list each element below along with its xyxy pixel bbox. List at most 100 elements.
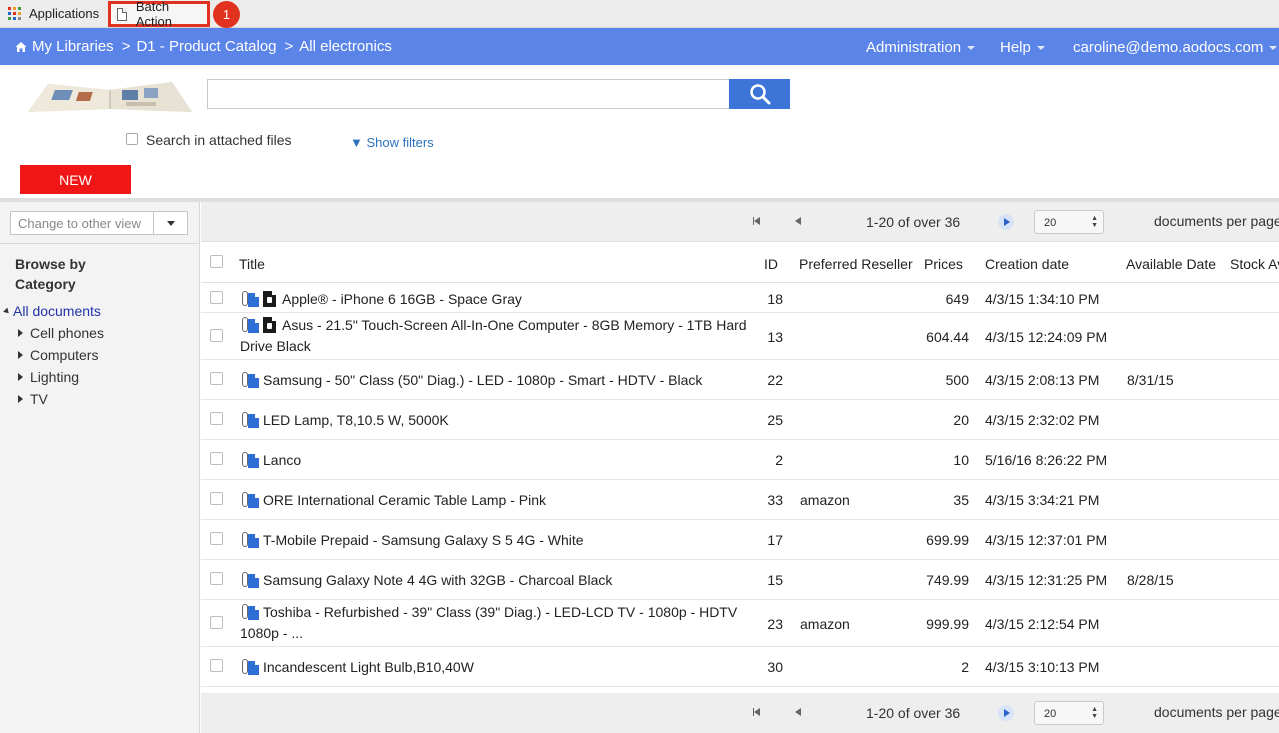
search-attached-files-checkbox[interactable] (126, 133, 138, 145)
row-title[interactable]: LED Lamp, T8,10.5 W, 5000K (263, 412, 449, 428)
table-row[interactable]: Apple® - iPhone 6 16GB - Space Gray 18 649… (201, 284, 1279, 313)
expand-icon[interactable] (18, 329, 23, 337)
row-checkbox[interactable] (210, 492, 223, 505)
row-title-cell[interactable]: T-Mobile Prepaid - Samsung Galaxy S 5 4G… (240, 530, 752, 551)
row-checkbox[interactable] (210, 572, 223, 585)
search-attached-files-label: Search in attached files (146, 132, 292, 148)
next-page-icon[interactable] (998, 705, 1014, 721)
column-title[interactable]: Title (239, 256, 265, 272)
administration-menu[interactable]: Administration (866, 39, 976, 56)
table-row[interactable]: Incandescent Light Bulb,B10,40W 30 2 4/3/15… (201, 647, 1279, 687)
table-row[interactable]: ORE International Ceramic Table Lamp - P… (201, 480, 1279, 520)
expand-icon[interactable] (18, 395, 23, 403)
table-row[interactable]: Lanco 2 10 5/16/16 8:26:22 PM (201, 440, 1279, 480)
next-page-icon[interactable] (998, 214, 1014, 230)
row-checkbox[interactable] (210, 291, 223, 304)
tree-item-lighting[interactable]: Lighting (4, 366, 104, 388)
column-prices[interactable]: Prices (924, 256, 963, 272)
row-title[interactable]: Asus - 21.5" Touch-Screen All-In-One Com… (240, 317, 747, 354)
expanded-icon[interactable] (3, 307, 11, 315)
row-title[interactable]: Apple® - iPhone 6 16GB - Space Gray (282, 291, 522, 307)
row-title-cell[interactable]: ORE International Ceramic Table Lamp - P… (240, 490, 752, 511)
row-checkbox[interactable] (210, 329, 223, 342)
breadcrumb-all-electronics[interactable]: All electronics (299, 38, 392, 55)
column-preferred-reseller[interactable]: Preferred Reseller (799, 256, 913, 272)
table-row[interactable]: Toshiba - Refurbished - 39" Class (39" D… (201, 600, 1279, 647)
row-title[interactable]: Samsung - 50" Class (50" Diag.) - LED - … (263, 372, 702, 388)
previous-page-icon[interactable] (795, 708, 801, 716)
breadcrumb-my-libraries[interactable]: My Libraries (32, 38, 114, 55)
row-title-cell[interactable]: Apple® - iPhone 6 16GB - Space Gray (240, 289, 752, 310)
locked-document-icon (263, 291, 276, 307)
row-creation-date: 4/3/15 2:08:13 PM (985, 372, 1100, 388)
attachment-file-icon (240, 604, 260, 620)
tree-item-cell-phones[interactable]: Cell phones (4, 322, 104, 344)
batch-action-tab[interactable]: Batch Action (108, 0, 210, 29)
select-all-checkbox[interactable] (210, 255, 223, 268)
new-document-button[interactable]: NEW (20, 165, 131, 194)
row-checkbox[interactable] (210, 452, 223, 465)
row-title[interactable]: Toshiba - Refurbished - 39" Class (39" D… (240, 604, 737, 641)
page-size-select[interactable]: 20 ▲ ▼ (1034, 701, 1104, 725)
row-reseller: amazon (800, 492, 850, 508)
help-menu[interactable]: Help (1000, 39, 1045, 56)
row-title[interactable]: T-Mobile Prepaid - Samsung Galaxy S 5 4G… (263, 532, 584, 548)
table-row[interactable]: Asus - 21.5" Touch-Screen All-In-One Com… (201, 313, 1279, 360)
breadcrumb-product-catalog[interactable]: D1 - Product Catalog (136, 38, 276, 55)
tree-item-all-documents[interactable]: All documents (3, 300, 104, 322)
table-row[interactable]: T-Mobile Prepaid - Samsung Galaxy S 5 4G… (201, 520, 1279, 560)
row-title[interactable]: Incandescent Light Bulb,B10,40W (263, 659, 474, 675)
tree-item-computers[interactable]: Computers (4, 344, 104, 366)
user-menu[interactable]: caroline@demo.aodocs.com (1073, 39, 1278, 56)
first-page-icon[interactable] (753, 708, 760, 716)
previous-page-icon[interactable] (795, 217, 801, 225)
first-page-icon[interactable] (753, 217, 760, 225)
row-title-cell[interactable]: Samsung - 50" Class (50" Diag.) - LED - … (240, 370, 752, 391)
attachment-file-icon (240, 572, 260, 588)
row-id: 25 (767, 412, 783, 428)
column-id[interactable]: ID (764, 256, 778, 272)
tree-item-tv[interactable]: TV (4, 388, 104, 410)
page-size-value: 20 (1044, 217, 1057, 229)
row-title-cell[interactable]: Toshiba - Refurbished - 39" Class (39" D… (240, 602, 752, 644)
row-title-cell[interactable]: Asus - 21.5" Touch-Screen All-In-One Com… (240, 315, 752, 357)
row-title[interactable]: Lanco (263, 452, 301, 468)
column-stock-available[interactable]: Stock Av (1230, 256, 1279, 272)
row-checkbox[interactable] (210, 372, 223, 385)
row-title-cell[interactable]: Samsung Galaxy Note 4 4G with 32GB - Cha… (240, 570, 752, 591)
row-checkbox[interactable] (210, 412, 223, 425)
show-filters-link[interactable]: ▼ Show filters (350, 135, 434, 150)
apps-grid-icon (8, 7, 21, 20)
row-price: 10 (953, 452, 969, 468)
user-email: caroline@demo.aodocs.com (1073, 39, 1264, 56)
column-creation-date[interactable]: Creation date (985, 256, 1069, 272)
row-title-cell[interactable]: LED Lamp, T8,10.5 W, 5000K (240, 410, 752, 431)
search-button[interactable] (729, 79, 790, 109)
row-id: 22 (767, 372, 783, 388)
row-checkbox[interactable] (210, 659, 223, 672)
table-row[interactable]: Samsung Galaxy Note 4 4G with 32GB - Cha… (201, 560, 1279, 600)
column-available-date[interactable]: Available Date (1126, 256, 1216, 272)
row-title-cell[interactable]: Lanco (240, 450, 752, 471)
row-title[interactable]: Samsung Galaxy Note 4 4G with 32GB - Cha… (263, 572, 612, 588)
expand-icon[interactable] (18, 351, 23, 359)
view-selector-dropdown[interactable] (153, 212, 187, 234)
row-creation-date: 4/3/15 12:31:25 PM (985, 572, 1108, 588)
row-checkbox[interactable] (210, 616, 223, 629)
table-row[interactable]: Samsung - 50" Class (50" Diag.) - LED - … (201, 360, 1279, 400)
table-row[interactable]: LED Lamp, T8,10.5 W, 5000K 25 20 4/3/15 2:3… (201, 400, 1279, 440)
tree-item-label: Lighting (30, 369, 80, 385)
view-selector[interactable]: Change to other view (10, 211, 188, 235)
search-input[interactable] (207, 79, 729, 109)
row-price: 749.99 (926, 572, 969, 588)
row-id: 17 (767, 532, 783, 548)
row-creation-date: 5/16/16 8:26:22 PM (985, 452, 1108, 468)
expand-icon[interactable] (18, 373, 23, 381)
applications-menu[interactable]: Applications (0, 0, 99, 27)
page-size-select[interactable]: 20 ▲ ▼ (1034, 210, 1104, 234)
tree-item-label: Computers (30, 347, 99, 363)
row-title-cell[interactable]: Incandescent Light Bulb,B10,40W (240, 657, 752, 678)
row-title[interactable]: ORE International Ceramic Table Lamp - P… (263, 492, 546, 508)
row-checkbox[interactable] (210, 532, 223, 545)
row-creation-date: 4/3/15 12:37:01 PM (985, 532, 1108, 548)
